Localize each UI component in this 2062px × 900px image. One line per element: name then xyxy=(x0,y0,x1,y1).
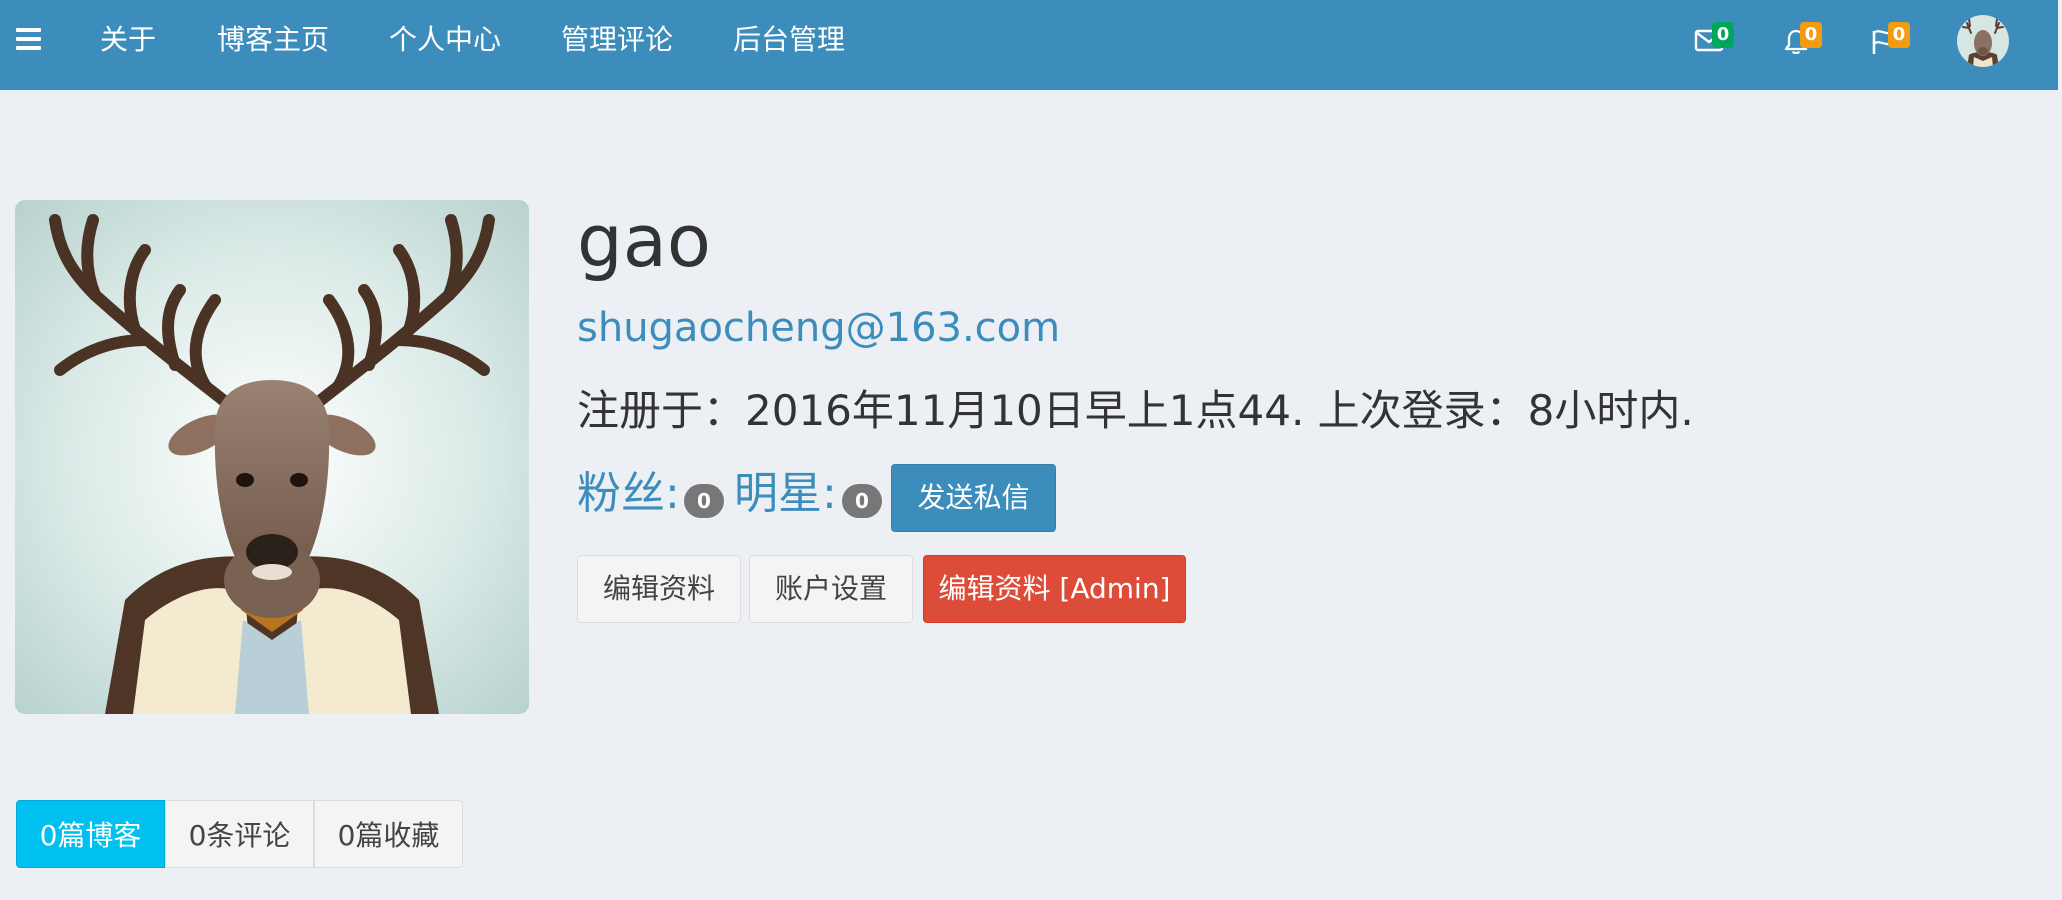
messages-count-badge: 0 xyxy=(1712,22,1734,48)
followers-link[interactable]: 粉丝: xyxy=(577,464,680,524)
tasks-menu[interactable]: 0 xyxy=(1870,22,1910,60)
edit-profile-admin-button[interactable]: 编辑资料 [Admin] xyxy=(923,555,1186,623)
nav-item-admin[interactable]: 后台管理 xyxy=(733,20,845,60)
following-count-badge: 0 xyxy=(842,484,882,518)
followers-count-badge: 0 xyxy=(684,484,724,518)
sidebar-toggle-icon[interactable] xyxy=(16,28,41,50)
send-message-button[interactable]: 发送私信 xyxy=(891,464,1056,532)
messages-menu[interactable]: 0 xyxy=(1694,22,1734,60)
top-navbar: 关于 博客主页 个人中心 管理评论 后台管理 0 0 0 xyxy=(0,0,2058,90)
deer-portrait-image xyxy=(15,200,529,714)
profile-username: gao xyxy=(577,199,711,283)
deer-avatar-image xyxy=(1957,15,2009,67)
account-settings-button[interactable]: 账户设置 xyxy=(749,555,913,623)
profile-email-link[interactable]: shugaocheng@163.com xyxy=(577,302,1060,354)
nav-item-about[interactable]: 关于 xyxy=(100,20,156,60)
tab-blogs[interactable]: 0篇博客 xyxy=(16,800,165,868)
notifications-menu[interactable]: 0 xyxy=(1782,22,1822,60)
profile-avatar xyxy=(15,200,529,714)
profile-page: 关于 博客主页 个人中心 管理评论 后台管理 0 0 0 gao shugaoc… xyxy=(0,0,2062,900)
registration-info: 注册于：2016年11月10日早上1点44. 上次登录：8小时内. xyxy=(577,386,1694,435)
nav-item-manage-comments[interactable]: 管理评论 xyxy=(561,20,673,60)
tasks-count-badge: 0 xyxy=(1888,22,1910,48)
tab-comments[interactable]: 0条评论 xyxy=(165,800,314,868)
nav-item-personal-center[interactable]: 个人中心 xyxy=(389,20,501,60)
user-avatar[interactable] xyxy=(1957,15,2009,67)
tab-favorites[interactable]: 0篇收藏 xyxy=(314,800,463,868)
following-link[interactable]: 明星: xyxy=(734,464,837,524)
nav-item-blog-home[interactable]: 博客主页 xyxy=(217,20,329,60)
notifications-count-badge: 0 xyxy=(1800,22,1822,48)
edit-profile-button[interactable]: 编辑资料 xyxy=(577,555,741,623)
